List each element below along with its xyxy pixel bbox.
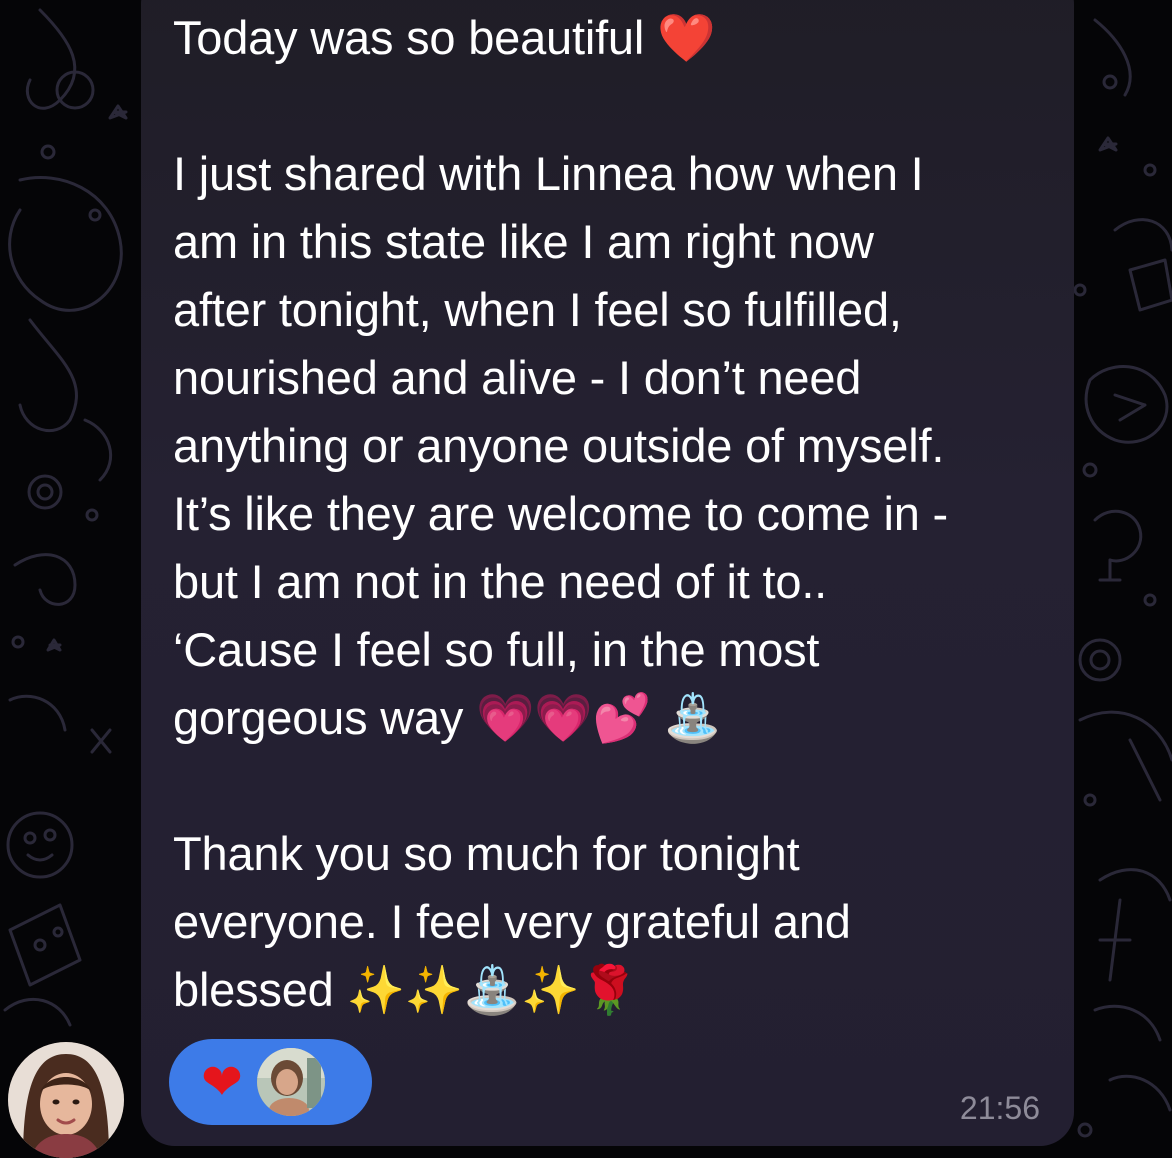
reactor-avatar-image bbox=[256, 1048, 325, 1116]
message-timestamp: 21:56 bbox=[959, 1090, 1040, 1126]
message-text: Today was so beautiful ❤️ I just shared … bbox=[173, 11, 948, 1016]
reactor-avatar-icon[interactable] bbox=[256, 1048, 325, 1116]
heart-reaction-icon: ❤ bbox=[201, 1054, 243, 1110]
sender-avatar-image bbox=[8, 1042, 124, 1158]
reaction-pill[interactable]: ❤ bbox=[169, 1039, 372, 1125]
message-bubble[interactable]: Today was so beautiful ❤️ I just shared … bbox=[141, 0, 1074, 1146]
sender-avatar-icon[interactable] bbox=[8, 1042, 124, 1158]
